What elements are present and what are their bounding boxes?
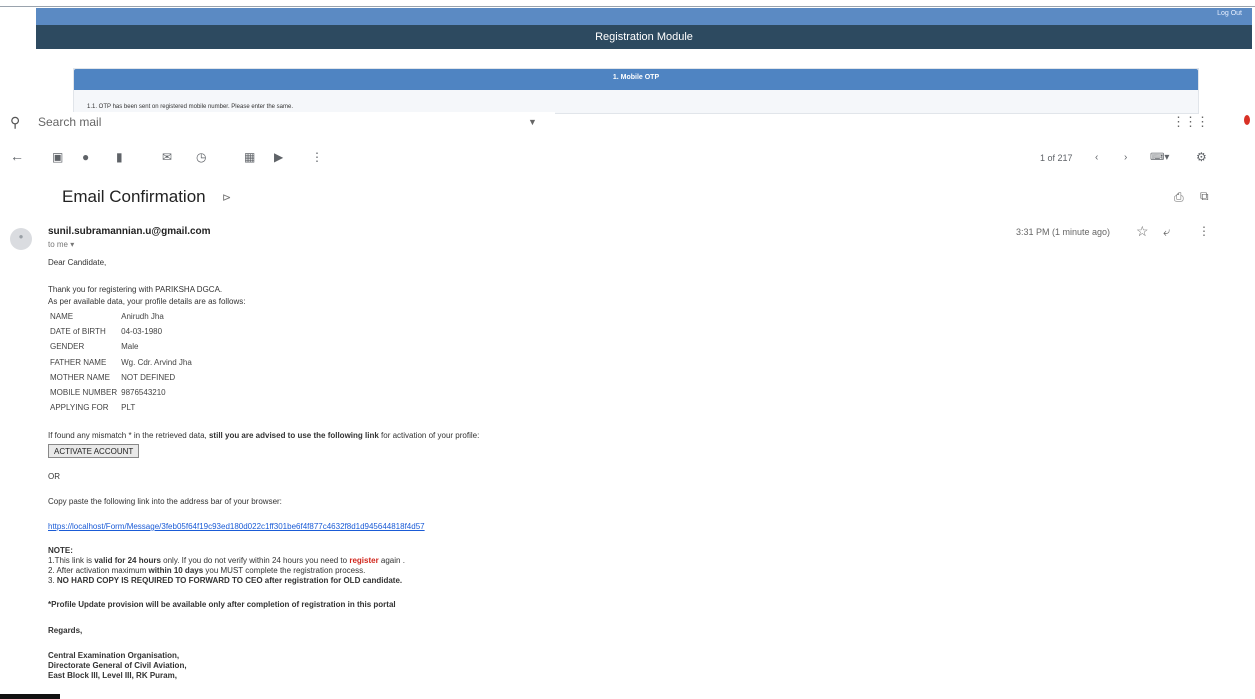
profile-update-note: *Profile Update provision will be availa…	[48, 600, 396, 609]
print-icon[interactable]: ⎙	[1174, 190, 1184, 205]
more-actions-icon[interactable]: ⋮	[311, 150, 323, 164]
table-row: FATHER NAME Wg. Cdr. Arvind Jha	[48, 355, 194, 370]
profile-value: Male	[121, 342, 139, 352]
copy-paste-text: Copy paste the following link into the a…	[48, 497, 282, 506]
greeting: Dear Candidate,	[48, 258, 107, 267]
next-page-icon[interactable]: ›	[1124, 152, 1127, 163]
register-link[interactable]: register	[349, 556, 378, 565]
regards: Regards,	[48, 626, 83, 635]
table-row: DATE of BIRTH 04-03-1980	[48, 324, 194, 339]
mismatch-text: If found any mismatch * in the retrieved…	[48, 431, 479, 440]
search-input[interactable]: Search mail	[38, 115, 101, 129]
person-icon: ●	[18, 232, 24, 241]
account-avatar[interactable]	[1244, 115, 1250, 125]
profile-value: Anirudh Jha	[121, 312, 164, 322]
logout-link[interactable]: Log Out	[1217, 10, 1242, 17]
note-3: 3. NO HARD COPY IS REQUIRED TO FORWARD T…	[48, 576, 402, 585]
table-row: NAME Anirudh Jha	[48, 309, 194, 324]
registration-top-strip: Log Out	[36, 8, 1252, 25]
sender-avatar: ●	[10, 228, 32, 250]
otp-panel-header: 1. Mobile OTP	[74, 69, 1198, 90]
recipient-label: to me	[48, 240, 69, 249]
chevron-down-icon: ▾	[70, 240, 75, 249]
open-new-window-icon[interactable]: ⧉	[1200, 189, 1209, 204]
note2-a: 2. After activation maximum	[48, 566, 149, 575]
search-options-icon[interactable]: ▼	[528, 117, 537, 127]
activate-account-button[interactable]: ACTIVATE ACCOUNT	[48, 444, 140, 458]
search-icon[interactable]: ⚲	[10, 114, 20, 131]
pagination-count: 1 of 217	[1040, 153, 1073, 163]
delete-icon[interactable]: ▮	[116, 150, 123, 164]
activation-link[interactable]: https://localhost/Form/Message/3feb05f64…	[48, 522, 425, 531]
table-row: GENDER Male	[48, 339, 194, 354]
signature-line-1: Central Examination Organisation,	[48, 651, 180, 660]
or-text: OR	[48, 472, 60, 481]
profile-value: NOT DEFINED	[121, 372, 176, 382]
signature-line-3: East Block III, Level III, RK Puram,	[48, 671, 177, 680]
profile-value: 9876543210	[121, 388, 166, 398]
more-options-icon[interactable]: ⋮	[1198, 224, 1210, 238]
apps-grid-icon[interactable]: ⋮⋮⋮	[1172, 114, 1209, 130]
registration-title: Registration Module	[595, 31, 693, 43]
email-subject: Email Confirmation	[62, 187, 206, 206]
archive-icon[interactable]: ▣	[52, 150, 63, 164]
report-spam-icon[interactable]: ●	[82, 150, 89, 164]
note1-c: only. If you do not verify within 24 hou…	[160, 556, 350, 565]
profile-label: MOTHER NAME	[50, 372, 110, 382]
registration-header: Registration Module	[36, 25, 1252, 49]
note1-b: valid for 24 hours	[94, 556, 161, 565]
back-arrow-icon[interactable]: ←	[10, 148, 24, 164]
sender-email[interactable]: sunil.subramannian.u@gmail.com	[48, 226, 211, 237]
mismatch-post: for activation of your profile:	[378, 431, 480, 440]
reply-icon[interactable]: ⤶	[1163, 224, 1170, 240]
note-1: 1.This link is valid for 24 hours only. …	[48, 556, 405, 565]
otp-step-title: 1. Mobile OTP	[612, 74, 660, 81]
profile-intro: As per available data, your profile deta…	[48, 297, 246, 306]
profile-label: MOBILE NUMBER	[50, 388, 118, 398]
note2-b: within 10 days	[148, 566, 204, 575]
profile-value: 04-03-1980	[121, 327, 163, 337]
otp-panel: 1. Mobile OTP 1.1. OTP has been sent on …	[73, 68, 1199, 114]
table-row: MOTHER NAME NOT DEFINED	[48, 370, 194, 385]
label-icon[interactable]: ▶	[274, 150, 283, 164]
mismatch-bold: still you are advised to use the followi…	[208, 431, 379, 440]
profile-value: PLT	[121, 403, 136, 413]
prev-page-icon[interactable]: ‹	[1095, 152, 1098, 163]
table-row: APPLYING FOR PLT	[48, 400, 194, 415]
mismatch-pre: If found any mismatch * in the retrieved…	[48, 431, 209, 440]
profile-label: DATE of BIRTH	[50, 327, 106, 337]
profile-label: NAME	[50, 312, 74, 322]
mail-toolbar: ← ▣ ● ▮ ✉ ◷ ▦ ▶ ⋮ 1 of 217 ‹ › ⌨▾ ⚙	[0, 148, 1255, 170]
profile-table: NAME Anirudh Jha DATE of BIRTH 04-03-1980 …	[48, 309, 194, 415]
email-timestamp: 3:31 PM (1 minute ago)	[1016, 227, 1111, 237]
snooze-icon[interactable]: ◷	[196, 150, 206, 164]
table-row: MOBILE NUMBER 9876543210	[48, 385, 194, 400]
mark-unread-icon[interactable]: ✉	[162, 150, 172, 164]
note1-a: 1.This link is	[48, 556, 95, 565]
recipient-details[interactable]: to me ▾	[48, 240, 74, 249]
important-marker-icon[interactable]: ⊳	[222, 191, 231, 204]
otp-message: 1.1. OTP has been sent on registered mob…	[87, 104, 294, 110]
note1-e: again .	[378, 556, 405, 565]
note3-b: NO HARD COPY IS REQUIRED TO FORWARD TO C…	[56, 576, 403, 585]
signature-line-2: Directorate General of Civil Aviation,	[48, 661, 187, 670]
note2-c: you MUST complete the registration proce…	[203, 566, 366, 575]
profile-label: GENDER	[50, 342, 85, 352]
top-divider	[0, 6, 1255, 7]
star-icon[interactable]: ☆	[1136, 223, 1149, 240]
bottom-edge-bar	[0, 694, 60, 699]
note-2: 2. After activation maximum within 10 da…	[48, 566, 365, 575]
profile-label: FATHER NAME	[50, 357, 107, 367]
note3-a: 3.	[48, 576, 57, 585]
profile-value: Wg. Cdr. Arvind Jha	[121, 357, 192, 367]
note-title: NOTE:	[48, 546, 73, 555]
thanks-text: Thank you for registering with PARIKSHA …	[48, 285, 223, 294]
move-to-icon[interactable]: ▦	[244, 150, 255, 164]
input-tools-icon[interactable]: ⌨▾	[1150, 152, 1169, 163]
settings-gear-icon[interactable]: ⚙	[1196, 150, 1207, 164]
profile-label: APPLYING FOR	[50, 403, 109, 413]
